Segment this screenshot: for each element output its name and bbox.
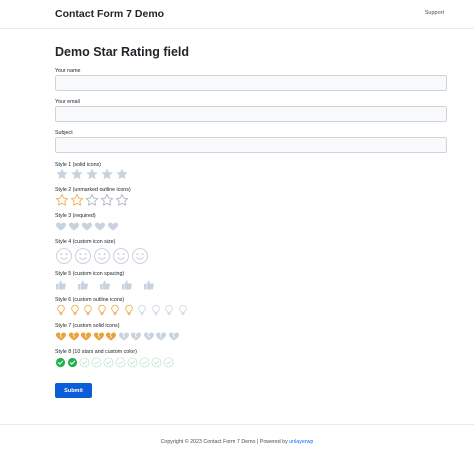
- lightbulb-icon[interactable]: [136, 304, 148, 316]
- rating-style-4: [55, 246, 149, 265]
- check-circle-icon[interactable]: [91, 357, 102, 368]
- rating-style-5: [55, 278, 155, 291]
- heart-icon[interactable]: [68, 220, 80, 232]
- rating-style-6: [55, 303, 189, 317]
- lightbulb-icon[interactable]: [123, 304, 135, 316]
- star-outline-icon[interactable]: [70, 193, 84, 207]
- check-circle-icon[interactable]: [115, 357, 126, 368]
- smiley-icon[interactable]: [93, 247, 111, 265]
- rating-style-5-label: Style 5 (custom icon spacing): [55, 271, 125, 277]
- lightbulb-icon[interactable]: [82, 304, 94, 316]
- footer: Copyright © 2023 Contact Form 7 Demo | P…: [0, 424, 474, 458]
- lightbulb-icon[interactable]: [109, 304, 121, 316]
- smiley-icon[interactable]: [74, 247, 92, 265]
- broken-heart-icon[interactable]: [93, 330, 105, 342]
- footer-copyright: Copyright © 2023 Contact Form 7 Demo | P…: [0, 439, 474, 445]
- heart-icon[interactable]: [94, 220, 106, 232]
- subject-field-label: Subject: [55, 130, 73, 136]
- lightbulb-icon[interactable]: [55, 304, 67, 316]
- check-circle-icon[interactable]: [103, 357, 114, 368]
- check-circle-icon[interactable]: [163, 357, 174, 368]
- thumbs-up-icon[interactable]: [77, 279, 89, 291]
- broken-heart-icon[interactable]: [80, 330, 92, 342]
- check-circle-icon[interactable]: [55, 357, 66, 368]
- footer-copyright-text: Copyright © 2023 Contact Form 7 Demo | P…: [160, 439, 290, 445]
- check-circle-icon[interactable]: [79, 357, 90, 368]
- email-field-label: Your email: [55, 99, 80, 105]
- rating-style-8-label: Style 8 (10 stars and custom color): [55, 349, 137, 355]
- lightbulb-icon[interactable]: [96, 304, 108, 316]
- check-circle-icon[interactable]: [139, 357, 150, 368]
- thumbs-up-icon[interactable]: [99, 279, 111, 291]
- footer-link[interactable]: unlayerwp: [289, 439, 313, 445]
- rating-style-2: [55, 193, 129, 207]
- star-outline-icon[interactable]: [115, 193, 129, 207]
- smiley-icon[interactable]: [131, 247, 149, 265]
- star-outline-icon[interactable]: [100, 193, 114, 207]
- check-circle-icon[interactable]: [67, 357, 78, 368]
- broken-heart-icon[interactable]: [118, 330, 130, 342]
- star-outline-icon[interactable]: [85, 193, 99, 207]
- star-solid-icon[interactable]: [100, 167, 114, 181]
- smiley-icon[interactable]: [112, 247, 130, 265]
- heart-icon[interactable]: [107, 220, 119, 232]
- heart-icon[interactable]: [81, 220, 93, 232]
- subject-input[interactable]: [55, 137, 447, 153]
- broken-heart-icon[interactable]: [155, 330, 167, 342]
- broken-heart-icon[interactable]: [130, 330, 142, 342]
- rating-style-8: [55, 356, 174, 368]
- navbar: Contact Form 7 Demo Support: [0, 0, 474, 29]
- star-solid-icon[interactable]: [55, 167, 69, 181]
- thumbs-up-icon[interactable]: [55, 279, 67, 291]
- check-circle-icon[interactable]: [127, 357, 138, 368]
- rating-style-1: [55, 167, 129, 181]
- smiley-icon[interactable]: [55, 247, 73, 265]
- email-input[interactable]: [55, 106, 447, 122]
- broken-heart-icon[interactable]: [105, 330, 117, 342]
- thumbs-up-icon[interactable]: [143, 279, 155, 291]
- broken-heart-icon[interactable]: [68, 330, 80, 342]
- lightbulb-icon[interactable]: [150, 304, 162, 316]
- rating-style-7-label: Style 7 (custom solid icons): [55, 323, 120, 329]
- lightbulb-icon[interactable]: [177, 304, 189, 316]
- star-solid-icon[interactable]: [85, 167, 99, 181]
- lightbulb-icon[interactable]: [69, 304, 81, 316]
- broken-heart-icon[interactable]: [143, 330, 155, 342]
- star-outline-icon[interactable]: [55, 193, 69, 207]
- thumbs-up-icon[interactable]: [121, 279, 133, 291]
- page-title: Demo Star Rating field: [55, 45, 190, 59]
- star-solid-icon[interactable]: [115, 167, 129, 181]
- brand-logo-text[interactable]: Contact Form 7 Demo: [55, 8, 164, 20]
- rating-style-4-label: Style 4 (custom icon size): [55, 239, 116, 245]
- submit-button[interactable]: Submit: [55, 383, 92, 398]
- support-link[interactable]: Support: [425, 10, 444, 16]
- rating-style-3: [55, 219, 119, 232]
- heart-icon[interactable]: [55, 220, 67, 232]
- lightbulb-icon[interactable]: [163, 304, 175, 316]
- name-input[interactable]: [55, 75, 447, 91]
- name-field-label: Your name: [55, 68, 81, 74]
- rating-style-7: [55, 330, 180, 342]
- broken-heart-icon[interactable]: [168, 330, 180, 342]
- check-circle-icon[interactable]: [151, 357, 162, 368]
- star-solid-icon[interactable]: [70, 167, 84, 181]
- broken-heart-icon[interactable]: [55, 330, 67, 342]
